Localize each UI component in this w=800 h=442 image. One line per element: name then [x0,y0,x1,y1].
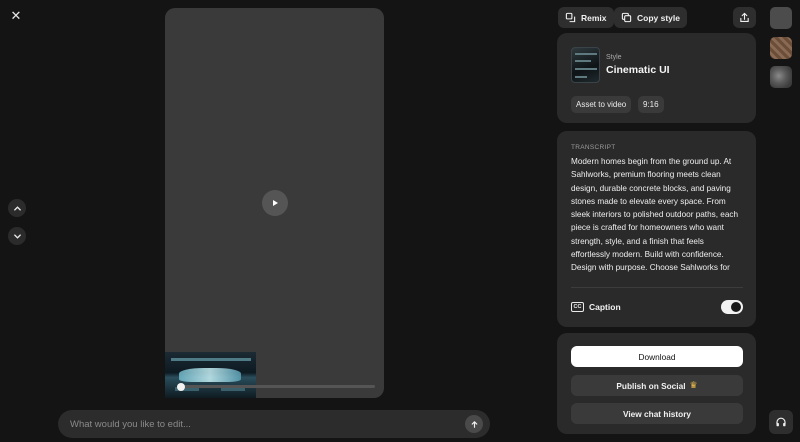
closed-caption-icon: CC [571,302,584,312]
close-button[interactable]: ✕ [6,6,26,26]
view-chat-history-button[interactable]: View chat history [571,403,743,424]
next-video-button[interactable] [8,227,26,245]
download-button[interactable]: Download [571,346,743,367]
publish-label: Publish on Social [616,380,686,391]
video-frame-thumbnail [165,352,256,398]
style-thumbnail [571,47,600,83]
transcript-heading: TRANSCRIPT [571,144,616,151]
remix-icon [565,12,576,23]
style-label: Style [606,54,622,61]
transcript-text[interactable]: Modern homes begin from the ground up. A… [571,155,743,278]
chevron-up-icon [13,205,21,211]
video-thumbnail-3[interactable] [770,66,792,88]
remix-button[interactable]: Remix [558,7,614,28]
aspect-ratio-chip[interactable]: 9:16 [638,96,664,113]
video-progress-knob[interactable] [176,383,185,391]
divider [571,287,743,288]
edit-prompt-input[interactable] [70,418,450,430]
headphones-icon [776,417,786,427]
remix-label: Remix [581,12,607,23]
copy-style-label: Copy style [637,12,680,23]
close-icon: ✕ [10,8,22,23]
video-thumbnail-2[interactable] [770,37,792,59]
arrow-up-icon [471,420,477,428]
publish-on-social-button[interactable]: Publish on Social ♛ [571,375,743,396]
video-progress-track[interactable] [177,385,375,388]
support-button[interactable] [769,410,793,434]
share-upload-icon [740,12,749,22]
download-label: Download [638,351,676,362]
play-button[interactable] [262,190,288,216]
caption-label: Caption [589,302,621,312]
play-icon [273,200,278,206]
crown-icon: ♛ [689,380,698,390]
video-thumbnail-1[interactable] [770,7,792,29]
style-name: Cinematic UI [606,64,670,76]
previous-video-button[interactable] [8,199,26,217]
history-label: View chat history [622,408,692,419]
share-button[interactable] [733,7,756,28]
copy-style-button[interactable]: Copy style [614,7,687,28]
send-button[interactable] [465,415,483,433]
copy-icon [621,12,632,23]
chevron-down-icon [13,233,21,239]
edit-prompt-bar [58,410,490,438]
caption-toggle[interactable] [721,300,743,314]
asset-to-video-chip[interactable]: Asset to video [571,96,632,113]
